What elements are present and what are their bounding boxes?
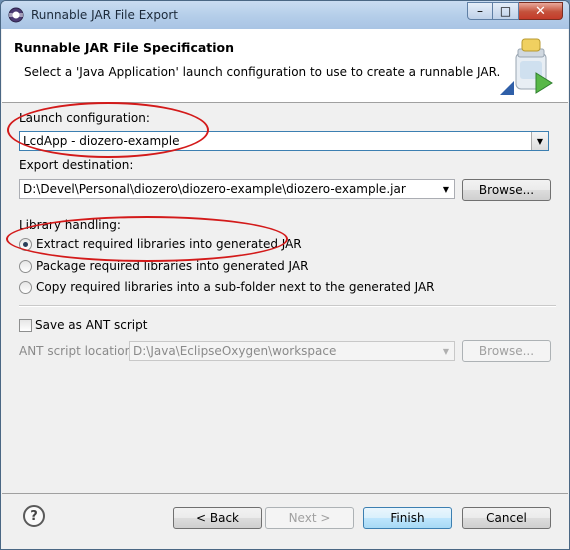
ant-script-location-label: ANT script location: (19, 344, 137, 358)
next-button[interactable]: Next > (265, 507, 354, 529)
chevron-down-icon[interactable]: ▼ (438, 180, 454, 198)
minimize-button[interactable]: – (467, 2, 493, 20)
radio-package-label[interactable]: Package required libraries into generate… (36, 259, 308, 273)
page-title: Runnable JAR File Specification (14, 40, 235, 55)
close-button[interactable]: ✕ (519, 2, 563, 20)
minimize-icon: – (477, 4, 483, 18)
radio-package-libraries[interactable] (19, 260, 32, 273)
finish-button[interactable]: Finish (363, 507, 452, 529)
window-controls: – □ ✕ (467, 2, 563, 21)
bottom-separator (2, 493, 568, 494)
separator (19, 305, 556, 307)
dialog-window: Runnable JAR File Export – □ ✕ Runnable … (0, 0, 570, 550)
maximize-button[interactable]: □ (493, 2, 519, 20)
jar-export-banner-icon (500, 38, 553, 95)
chevron-down-icon[interactable]: ▼ (531, 132, 548, 150)
maximize-icon: □ (499, 4, 512, 18)
radio-extract-libraries[interactable] (19, 238, 32, 251)
window-title: Runnable JAR File Export (31, 8, 178, 22)
export-destination-value: D:\Devel\Personal\diozero\diozero-exampl… (23, 182, 406, 196)
radio-extract-label[interactable]: Extract required libraries into generate… (36, 237, 302, 251)
close-icon: ✕ (535, 3, 546, 19)
back-button[interactable]: < Back (173, 507, 262, 529)
ant-script-location-input[interactable]: D:\Java\EclipseOxygen\workspace ▼ (129, 341, 455, 361)
launch-config-label: Launch configuration: (19, 111, 150, 125)
export-destination-label: Export destination: (19, 158, 134, 172)
radio-copy-label[interactable]: Copy required libraries into a sub-folde… (36, 280, 435, 294)
chevron-down-icon[interactable]: ▼ (438, 342, 454, 360)
ant-script-location-value: D:\Java\EclipseOxygen\workspace (133, 344, 337, 358)
launch-config-combo[interactable]: LcdApp - diozero-example ▼ (19, 131, 549, 151)
title-bar[interactable]: Runnable JAR File Export – □ ✕ (1, 1, 569, 29)
save-ant-script-label[interactable]: Save as ANT script (35, 318, 147, 332)
export-destination-input[interactable]: D:\Devel\Personal\diozero\diozero-exampl… (19, 179, 455, 199)
radio-copy-libraries[interactable] (19, 281, 32, 294)
cancel-button[interactable]: Cancel (462, 507, 551, 529)
help-icon[interactable]: ? (23, 505, 45, 527)
export-browse-button[interactable]: Browse... (462, 179, 551, 201)
wizard-header: Runnable JAR File Specification Select a… (2, 29, 568, 103)
page-description: Select a 'Java Application' launch confi… (24, 65, 501, 79)
ant-browse-button[interactable]: Browse... (462, 340, 551, 362)
library-handling-label: Library handling: (19, 218, 121, 232)
launch-config-value: LcdApp - diozero-example (23, 134, 180, 148)
save-ant-script-checkbox[interactable] (19, 319, 32, 332)
eclipse-icon (8, 7, 24, 23)
